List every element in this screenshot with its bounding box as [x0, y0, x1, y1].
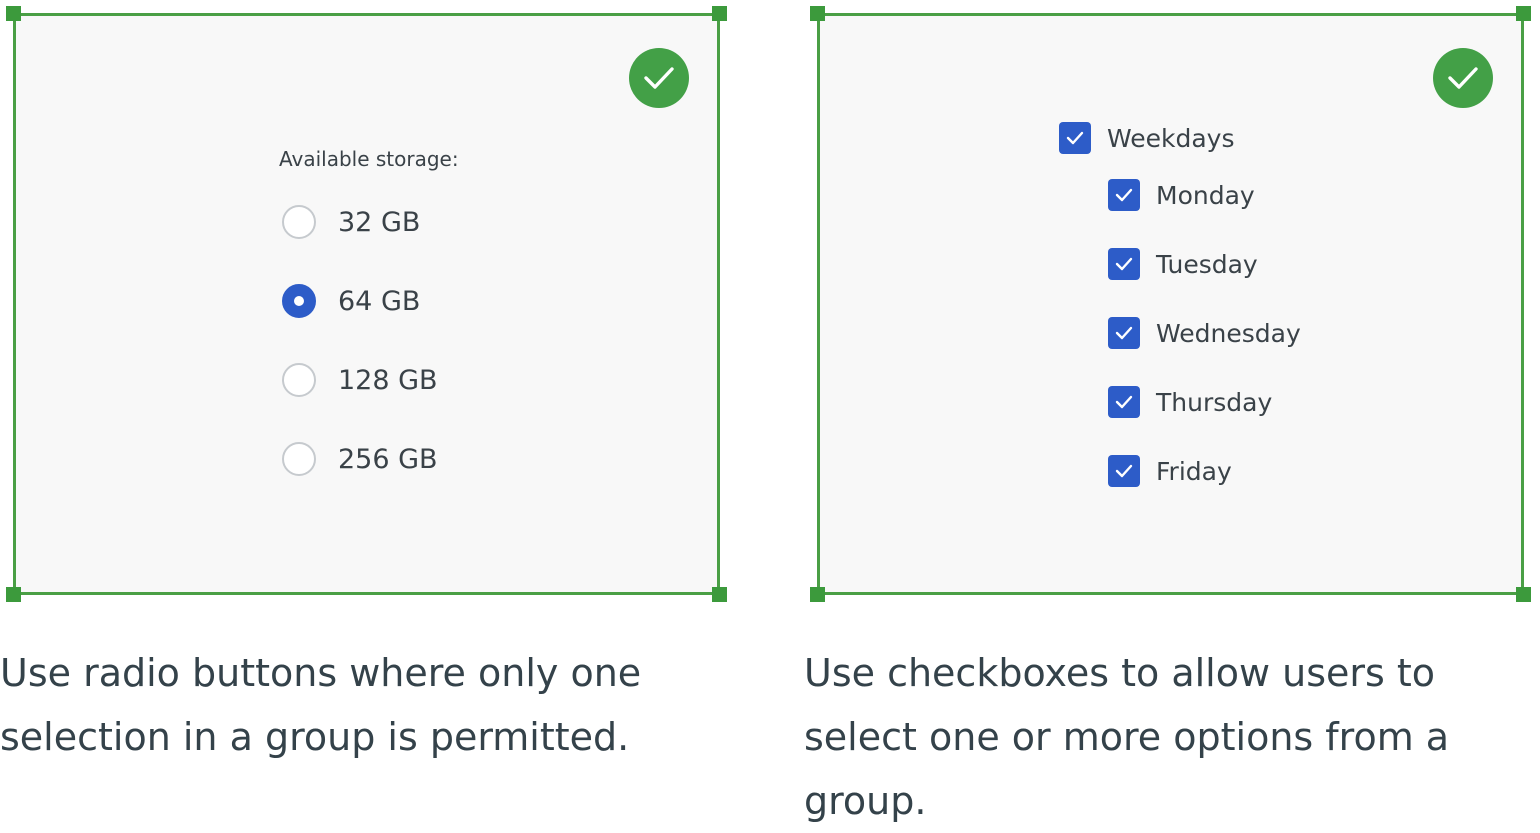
radio-option-32gb[interactable]: 32 GB	[282, 203, 438, 241]
checkbox-label: Wednesday	[1156, 318, 1301, 348]
radio-option-label: 256 GB	[338, 443, 438, 475]
checkbox-label: Friday	[1156, 456, 1232, 486]
checkbox-wednesday[interactable]: Wednesday	[1108, 317, 1301, 349]
checkmark-icon	[629, 48, 689, 108]
checkbox-checked-icon[interactable]	[1108, 179, 1140, 211]
checkbox-example-panel: Weekdays Monday Tuesday Wednesday Thursd…	[810, 6, 1531, 602]
checkbox-checked-icon[interactable]	[1108, 386, 1140, 418]
checkbox-checked-icon[interactable]	[1108, 248, 1140, 280]
checkbox-friday[interactable]: Friday	[1108, 455, 1301, 487]
radio-option-label: 32 GB	[338, 206, 421, 238]
radio-button[interactable]	[282, 442, 316, 476]
checkmark-icon	[1433, 48, 1493, 108]
selection-handle-bottom-left	[6, 587, 21, 602]
radio-button[interactable]	[282, 205, 316, 239]
checkbox-label: Tuesday	[1156, 249, 1258, 279]
checkbox-weekdays[interactable]: Weekdays	[1059, 122, 1235, 154]
radio-button[interactable]	[282, 363, 316, 397]
radio-option-label: 64 GB	[338, 285, 421, 317]
checkbox-label: Monday	[1156, 180, 1255, 210]
radio-option-128gb[interactable]: 128 GB	[282, 361, 438, 399]
checkbox-monday[interactable]: Monday	[1108, 179, 1301, 211]
radio-option-64gb[interactable]: 64 GB	[282, 282, 438, 320]
selection-handle-bottom-right	[712, 587, 727, 602]
selection-handle-top-left	[6, 6, 21, 21]
selection-handle-top-right	[1516, 6, 1531, 21]
selection-handle-top-left	[810, 6, 825, 21]
radio-option-label: 128 GB	[338, 364, 438, 396]
checkbox-checked-icon[interactable]	[1059, 122, 1091, 154]
checkbox-checked-icon[interactable]	[1108, 455, 1140, 487]
storage-radio-group: 32 GB 64 GB 128 GB 256 GB	[282, 203, 438, 519]
radio-example-panel: Available storage: 32 GB 64 GB 128 GB 25…	[6, 6, 727, 602]
selection-handle-top-right	[712, 6, 727, 21]
checkbox-thursday[interactable]: Thursday	[1108, 386, 1301, 418]
checkbox-tuesday[interactable]: Tuesday	[1108, 248, 1301, 280]
weekday-checkbox-group: Monday Tuesday Wednesday Thursday Friday	[1108, 179, 1301, 524]
checkbox-label: Thursday	[1156, 387, 1273, 417]
radio-option-256gb[interactable]: 256 GB	[282, 440, 438, 478]
storage-group-label: Available storage:	[279, 147, 459, 171]
selection-handle-bottom-right	[1516, 587, 1531, 602]
radio-button-selected[interactable]	[282, 284, 316, 318]
radio-caption: Use radio buttons where only one selecti…	[0, 651, 642, 759]
checkbox-checked-icon[interactable]	[1108, 317, 1140, 349]
checkbox-caption: Use checkboxes to allow users to select …	[804, 651, 1450, 823]
checkbox-label: Weekdays	[1107, 123, 1235, 153]
selection-handle-bottom-left	[810, 587, 825, 602]
